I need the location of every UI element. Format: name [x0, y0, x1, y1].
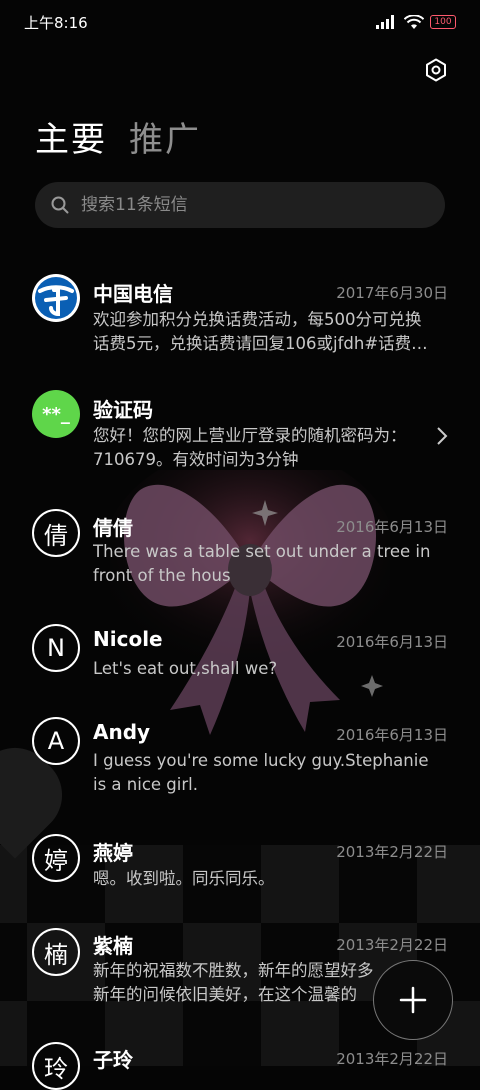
conversation-item[interactable]: N Nicole 2016年6月13日 Let's eat out,shall … [0, 620, 480, 695]
avatar: **_ [32, 390, 80, 438]
signal-icon [376, 15, 394, 29]
contact-name: 验证码 [93, 398, 153, 422]
message-preview: 嗯。收到啦。同乐同乐。 [93, 869, 275, 888]
message-preview: I guess you're some lucky guy.Stephanie … [93, 751, 429, 794]
new-message-button[interactable] [373, 960, 453, 1040]
tab-promotions[interactable]: 推广 [129, 112, 201, 161]
china-telecom-logo-icon [35, 277, 77, 319]
message-preview: 新年的祝福数不胜数，新年的愿望好多 新年的问候依旧美好，在这个温馨的 [93, 961, 373, 1004]
chevron-right-icon [437, 427, 448, 445]
avatar: N [32, 624, 80, 672]
avatar [32, 274, 80, 322]
message-preview: Let's eat out,shall we? [93, 659, 278, 678]
search-icon [51, 196, 69, 214]
message-date: 2016年6月13日 [336, 726, 448, 744]
avatar: 倩 [32, 509, 80, 557]
conversation-item[interactable]: **_ 验证码 您好！您的网上营业厅登录的随机密码为： 710679。有效时间为… [0, 386, 480, 486]
contact-name: 子玲 [93, 1048, 133, 1072]
contact-name: 中国电信 [93, 282, 173, 306]
message-date: 2017年6月30日 [336, 284, 448, 302]
contact-name: 倩倩 [93, 516, 133, 540]
contact-name: 燕婷 [93, 841, 133, 865]
contact-name: Nicole [93, 627, 163, 651]
contact-name: Andy [93, 720, 151, 744]
status-time: 上午8:16 [24, 13, 88, 32]
avatar: 玲 [32, 1042, 80, 1090]
conversation-item[interactable]: 中国电信 2017年6月30日 欢迎参加积分兑换话费活动，每500分可兑换 话费… [0, 268, 480, 368]
message-date: 2016年6月13日 [336, 633, 448, 651]
search-bar[interactable] [35, 182, 445, 228]
status-bar: 上午8:16 100 [0, 0, 480, 44]
message-preview: 您好！您的网上营业厅登录的随机密码为： 710679。有效时间为3分钟 [93, 426, 407, 469]
message-preview: 欢迎参加积分兑换话费活动，每500分可兑换 话费5元，兑换话费请回复106或jf… [93, 310, 428, 353]
battery-icon: 100 [430, 15, 456, 29]
avatar: A [32, 717, 80, 765]
conversation-item[interactable]: A Andy 2016年6月13日 I guess you're some lu… [0, 713, 480, 813]
plus-icon [399, 986, 427, 1014]
wifi-icon [404, 14, 424, 29]
message-date: 2016年6月13日 [336, 518, 448, 536]
message-date: 2013年2月22日 [336, 936, 448, 954]
contact-name: 紫楠 [93, 934, 133, 958]
conversation-item[interactable]: 倩 倩倩 2016年6月13日 There was a table set ou… [0, 503, 480, 603]
gear-icon [426, 58, 446, 82]
settings-button[interactable] [422, 56, 450, 84]
message-date: 2013年2月22日 [336, 843, 448, 861]
conversation-item[interactable]: 玲 子玲 2013年2月22日 [0, 1038, 480, 1090]
category-tabs: 主要 推广 [35, 112, 201, 161]
status-icons: 100 [376, 14, 456, 30]
conversation-item[interactable]: 婷 燕婷 2013年2月22日 嗯。收到啦。同乐同乐。 [0, 830, 480, 905]
message-preview: There was a table set out under a tree i… [93, 542, 431, 585]
search-input[interactable] [79, 194, 403, 216]
avatar: 婷 [32, 834, 80, 882]
avatar: 楠 [32, 928, 80, 976]
tab-main[interactable]: 主要 [35, 112, 107, 161]
